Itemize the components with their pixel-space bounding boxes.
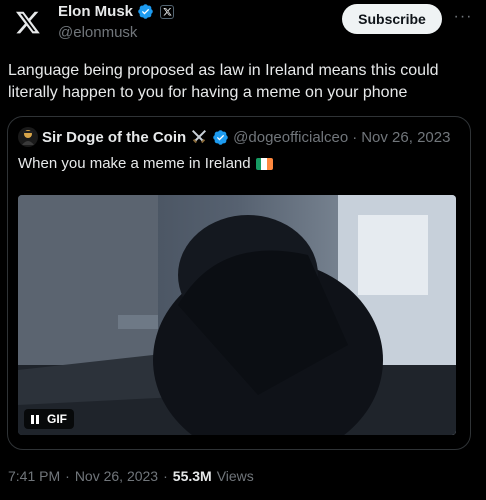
meta-separator-2: · [163,468,168,484]
meta-separator: · [65,468,70,484]
doge-avatar-icon [18,127,38,147]
gif-label: GIF [47,412,67,426]
views-count: 55.3M [172,468,212,484]
quoted-post-header: Sir Doge of the Coin @dogeofficialceo · … [18,127,450,147]
quoted-date[interactable]: Nov 26, 2023 [361,129,450,146]
quoted-verified-badge-icon [213,129,228,145]
post-date[interactable]: Nov 26, 2023 [75,468,158,484]
pause-icon [31,414,39,424]
gif-badge[interactable]: GIF [24,409,74,429]
post-meta: 7:41 PM · Nov 26, 2023 · 55.3M Views [8,468,254,484]
x-logo-icon [15,11,40,34]
more-options-icon[interactable]: ··· [452,6,474,28]
author-name[interactable]: Elon Musk [58,3,133,20]
author-handle[interactable]: @elonmusk [58,24,137,41]
quoted-author-handle[interactable]: @dogeofficialceo [233,129,348,146]
quoted-author-avatar[interactable] [18,127,38,147]
ireland-flag-icon [255,157,273,170]
quoted-author-name[interactable]: Sir Doge of the Coin [42,129,186,146]
views-label: Views [216,468,254,484]
quoted-separator: · [352,128,358,146]
post-header: Elon Musk @elonmusk Subscribe ··· [0,0,486,56]
quoted-gif-media[interactable]: GIF [18,195,456,435]
crossed-swords-icon [192,129,207,144]
gif-frame-image [18,195,456,435]
quoted-text: When you make a meme in Ireland [18,155,251,172]
quoted-post-text: When you make a meme in Ireland [18,155,273,172]
verified-badge-icon [138,4,153,19]
quoted-post[interactable]: Sir Doge of the Coin @dogeofficialceo · … [7,116,471,450]
x-affiliate-badge-icon [160,4,175,19]
author-name-row: Elon Musk [58,3,175,20]
post-text: Language being proposed as law in Irelan… [8,62,439,101]
subscribe-button[interactable]: Subscribe [342,4,442,34]
author-avatar[interactable] [8,2,48,42]
post-time[interactable]: 7:41 PM [8,468,60,484]
